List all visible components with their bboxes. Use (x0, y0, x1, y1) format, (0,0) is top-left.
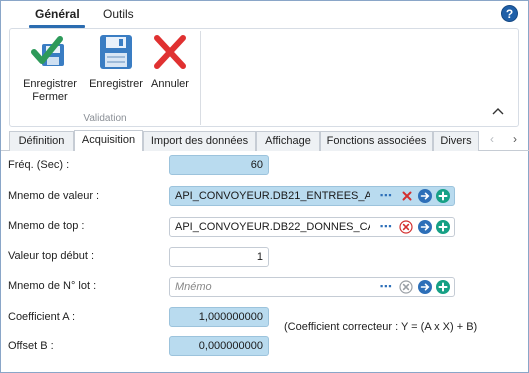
browse-dots-icon[interactable]: ▪▪▪ (380, 191, 393, 200)
mnemo-valeur-field[interactable]: API_CONVOYEUR.DB21_ENTREES_ANA.C( ▪▪▪ (169, 186, 455, 206)
coef-a-input[interactable]: 1,000000000 (169, 307, 269, 327)
coef-a-label: Coefficient A : (8, 311, 76, 323)
offset-b-label: Offset B : (8, 340, 54, 352)
tab-affichage[interactable]: Affichage (256, 131, 320, 151)
add-plus-icon[interactable] (436, 220, 450, 234)
add-plus-icon[interactable] (436, 280, 450, 294)
tab-strip: Définition Acquisition Import des donnée… (1, 129, 529, 151)
save-close-label-1: Enregistrer (23, 78, 77, 90)
go-arrow-icon[interactable] (418, 189, 432, 203)
mnemo-lot-placeholder: Mnémo (175, 281, 212, 293)
cancel-x-icon (154, 35, 186, 69)
mnemo-lot-label: Mnemo de N° lot : (8, 280, 97, 292)
chevron-up-icon[interactable] (492, 107, 504, 115)
save-check-icon (31, 36, 64, 66)
mnemo-valeur-label: Mnemo de valeur : (8, 190, 100, 202)
tab-divers[interactable]: Divers (433, 131, 479, 151)
freq-label: Fréq. (Sec) : (8, 159, 70, 171)
remove-x-circle-icon[interactable] (399, 220, 413, 234)
mnemo-lot-field[interactable]: Mnémo ▪▪▪ (169, 277, 455, 297)
tab-scroll-right-icon[interactable]: › (508, 132, 522, 146)
formula-note: (Coefficient correcteur : Y = (A x X) + … (284, 321, 478, 333)
valeur-top-label: Valeur top début : (8, 250, 95, 262)
browse-dots-icon[interactable]: ▪▪▪ (380, 222, 393, 231)
save-icon (100, 35, 132, 69)
add-plus-icon[interactable] (436, 189, 450, 203)
help-icon[interactable]: ? (501, 5, 518, 22)
cancel-button[interactable]: Annuler (148, 32, 192, 91)
tab-definition[interactable]: Définition (9, 131, 74, 151)
mnemo-top-value: API_CONVOYEUR.DB22_DONNES_CALIBR. (175, 221, 370, 233)
mnemo-top-field[interactable]: API_CONVOYEUR.DB22_DONNES_CALIBR. ▪▪▪ (169, 217, 455, 237)
valeur-top-input[interactable]: 1 (169, 247, 269, 267)
remove-x-icon[interactable] (400, 189, 414, 203)
save-close-button[interactable]: Enregistrer Fermer (16, 32, 84, 104)
tab-import[interactable]: Import des données (143, 131, 256, 151)
browse-dots-icon[interactable]: ▪▪▪ (380, 282, 393, 291)
tab-scroll-left-icon[interactable]: ‹ (485, 132, 499, 146)
mnemo-top-label: Mnemo de top : (8, 220, 85, 232)
freq-input[interactable]: 60 (169, 155, 269, 175)
ribbon-tab-outils[interactable]: Outils (103, 7, 134, 21)
save-button[interactable]: Enregistrer (84, 32, 148, 91)
offset-b-input[interactable]: 0,000000000 (169, 336, 269, 356)
go-arrow-icon[interactable] (418, 280, 432, 294)
remove-x-circle-icon[interactable] (399, 280, 413, 294)
save-label: Enregistrer (89, 78, 143, 90)
window-frame: Général Outils ? Enregistrer Fermer Enre… (0, 0, 529, 373)
ribbon-panel: Enregistrer Fermer Enregistrer Annuler V… (9, 28, 519, 127)
cancel-label: Annuler (151, 78, 189, 90)
ribbon-group-separator (200, 31, 201, 125)
validation-group-label: Validation (83, 113, 127, 124)
go-arrow-icon[interactable] (418, 220, 432, 234)
save-close-label-2: Fermer (32, 91, 68, 103)
ribbon-tab-general[interactable]: Général (35, 7, 80, 21)
mnemo-valeur-value: API_CONVOYEUR.DB21_ENTREES_ANA.C( (175, 190, 370, 202)
tab-acquisition[interactable]: Acquisition (74, 130, 143, 151)
tab-fonctions[interactable]: Fonctions associées (320, 131, 433, 151)
